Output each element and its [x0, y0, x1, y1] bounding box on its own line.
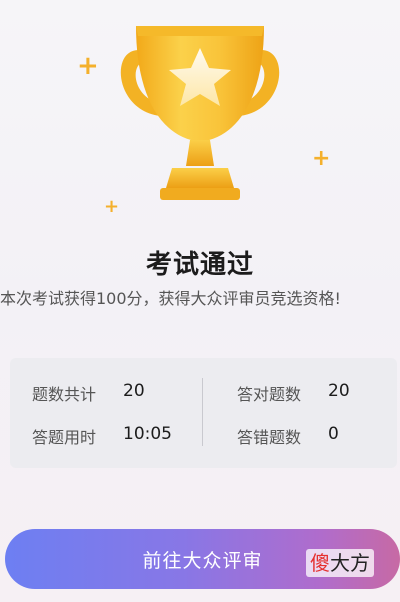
- stats-divider: [202, 378, 203, 446]
- watermark-text: 大方: [330, 551, 370, 575]
- go-to-review-label: 前往大众评审: [142, 549, 263, 572]
- total-questions-value: 20: [123, 381, 145, 401]
- result-title: 考试通过: [145, 250, 254, 280]
- sparkle-icon: +: [77, 51, 99, 81]
- time-used-value: 10:05: [123, 424, 172, 444]
- watermark-accent: 傻: [310, 551, 330, 575]
- result-description: 本次考试获得100分，获得大众评审员竞选资格!: [0, 289, 341, 308]
- correct-count-label: 答对题数: [237, 385, 302, 404]
- correct-count-value: 20: [328, 381, 350, 401]
- sparkle-icon: +: [312, 146, 331, 171]
- total-questions-label: 题数共计: [32, 385, 97, 404]
- watermark: 傻大方: [306, 549, 374, 577]
- trophy-icon: [120, 26, 280, 200]
- time-used-label: 答题用时: [32, 428, 97, 447]
- wrong-count-label: 答错题数: [237, 428, 302, 447]
- sparkle-icon: +: [104, 196, 120, 217]
- wrong-count-value: 0: [328, 424, 339, 444]
- stats-panel: 题数共计 20 答题用时 10:05 答对题数 20 答错题数 0: [10, 358, 397, 468]
